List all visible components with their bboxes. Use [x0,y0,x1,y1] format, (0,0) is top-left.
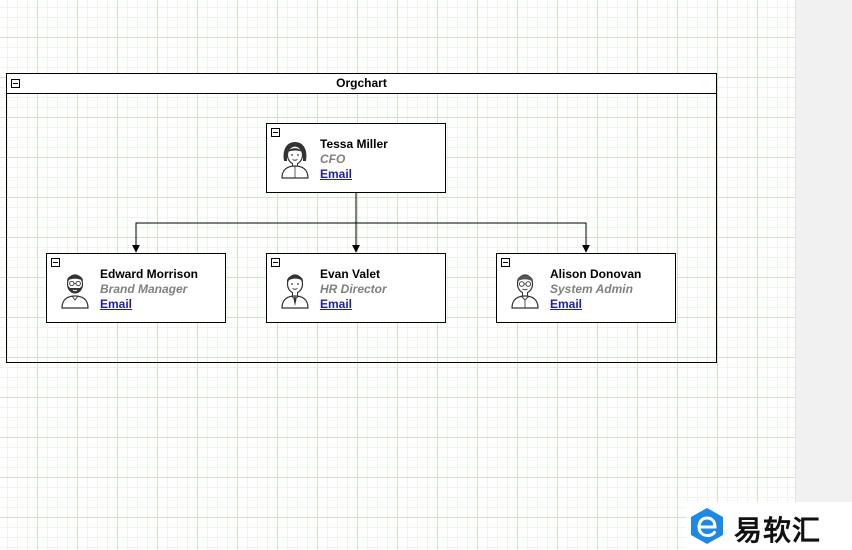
node-role: Brand Manager [100,282,188,296]
email-link[interactable]: Email [100,297,198,312]
watermark: 易软汇 [686,502,852,550]
woman-avatar-icon [281,142,309,179]
node-collapse-button[interactable] [271,258,280,267]
node-tessa-miller[interactable]: Tessa Miller CFO Email [266,123,446,193]
bearded-man-avatar-icon [61,274,89,309]
node-role: System Admin [550,282,633,296]
node-name: Alison Donovan [550,267,642,281]
node-edward-morrison[interactable]: Edward Morrison Brand Manager Email [46,253,226,323]
node-role: HR Director [320,282,387,296]
node-role: CFO [320,152,346,166]
side-panel [795,0,852,550]
email-link[interactable]: Email [550,297,641,312]
node-alison-donovan[interactable]: Alison Donovan System Admin Email [496,253,676,323]
node-collapse-button[interactable] [271,128,280,137]
man-glasses-avatar-icon [511,274,539,309]
node-collapse-button[interactable] [501,258,510,267]
man-tie-avatar-icon [281,274,309,309]
node-collapse-button[interactable] [51,258,60,267]
watermark-text: 易软汇 [734,515,822,546]
diagram-canvas[interactable]: Orgchart Tessa Miller CFO Email Edward M… [0,0,795,550]
email-link[interactable]: Email [320,167,388,182]
container-title: Orgchart [336,76,387,90]
node-evan-valet[interactable]: Evan Valet HR Director Email [266,253,446,323]
email-link[interactable]: Email [320,297,387,312]
node-name: Edward Morrison [100,267,199,281]
node-name: Tessa Miller [320,137,388,151]
container-header[interactable]: Orgchart [7,74,716,94]
node-name: Evan Valet [320,267,381,281]
e-logo-icon [691,508,723,544]
